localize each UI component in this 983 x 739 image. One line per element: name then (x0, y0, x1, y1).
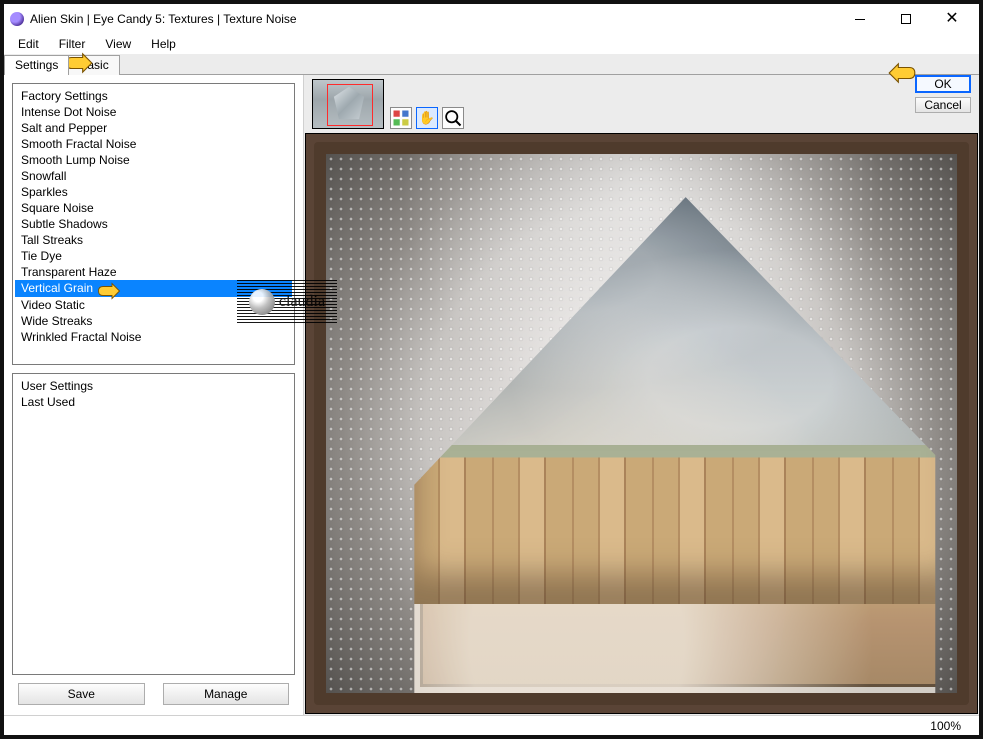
list-item[interactable]: Intense Dot Noise (15, 104, 292, 120)
menu-view[interactable]: View (95, 35, 141, 53)
list-item[interactable]: User Settings (15, 378, 292, 394)
pan-tool[interactable]: ✋ (416, 107, 438, 129)
maximize-button[interactable] (883, 4, 929, 34)
user-presets-list[interactable]: User SettingsLast Used (12, 373, 295, 675)
zoom-tool[interactable] (442, 107, 464, 129)
titlebar: Alien Skin | Eye Candy 5: Textures | Tex… (4, 4, 979, 34)
palette-icon (391, 108, 411, 128)
app-icon (10, 12, 24, 26)
dialog-buttons: OK Cancel (915, 75, 971, 113)
diamond-icon (331, 86, 367, 122)
pointer-annotation-icon (97, 282, 121, 296)
preview-column: ✋ OK Cancel (304, 75, 979, 715)
watermark-text: claudia (279, 293, 325, 311)
close-icon: ✕ (945, 11, 958, 27)
zoom-level: 100% (930, 719, 961, 733)
magnifier-icon (443, 108, 463, 128)
close-button[interactable]: ✕ (929, 4, 975, 34)
list-item[interactable]: Factory Settings (15, 88, 292, 104)
ok-button[interactable]: OK (915, 75, 971, 93)
minimize-button[interactable] (837, 4, 883, 34)
manage-button[interactable]: Manage (163, 683, 290, 705)
menu-help[interactable]: Help (141, 35, 186, 53)
preset-buttons: Save Manage (12, 683, 295, 707)
list-item[interactable]: Last Used (15, 394, 292, 410)
list-item[interactable]: Transparent Haze (15, 264, 292, 280)
cancel-button[interactable]: Cancel (915, 97, 971, 113)
preview-canvas[interactable] (305, 133, 978, 714)
list-item[interactable]: Subtle Shadows (15, 216, 292, 232)
plugin-window: Alien Skin | Eye Candy 5: Textures | Tex… (0, 0, 983, 739)
preview-texture (314, 142, 969, 705)
list-item[interactable]: Tie Dye (15, 248, 292, 264)
menu-edit[interactable]: Edit (8, 35, 49, 53)
menubar: Edit Filter View Help (4, 34, 979, 54)
preview-tools: ✋ (390, 107, 464, 129)
list-item[interactable]: Tall Streaks (15, 232, 292, 248)
maximize-icon (901, 14, 911, 24)
list-item[interactable]: Smooth Lump Noise (15, 152, 292, 168)
color-picker-tool[interactable] (390, 107, 412, 129)
watermark: claudia (237, 280, 337, 324)
tab-basic[interactable]: Basic (68, 55, 119, 75)
list-item[interactable]: Sparkles (15, 184, 292, 200)
list-item[interactable]: Smooth Fractal Noise (15, 136, 292, 152)
tab-strip: Settings Basic (4, 54, 979, 74)
preview-header: ✋ OK Cancel (304, 75, 979, 129)
settings-panel: Factory SettingsIntense Dot NoiseSalt an… (4, 75, 304, 715)
tab-settings[interactable]: Settings (4, 55, 69, 75)
main-area: Factory SettingsIntense Dot NoiseSalt an… (4, 74, 979, 715)
minimize-icon (855, 19, 865, 20)
statusbar: 100% (4, 715, 979, 735)
list-item[interactable]: Wrinkled Fractal Noise (15, 329, 292, 345)
save-button[interactable]: Save (18, 683, 145, 705)
list-item[interactable]: Salt and Pepper (15, 120, 292, 136)
window-title: Alien Skin | Eye Candy 5: Textures | Tex… (30, 12, 297, 26)
list-item[interactable]: Snowfall (15, 168, 292, 184)
hand-icon: ✋ (419, 110, 435, 126)
navigator-thumbnail[interactable] (312, 79, 384, 129)
gem-icon (249, 289, 275, 315)
list-item[interactable]: Square Noise (15, 200, 292, 216)
menu-filter[interactable]: Filter (49, 35, 96, 53)
